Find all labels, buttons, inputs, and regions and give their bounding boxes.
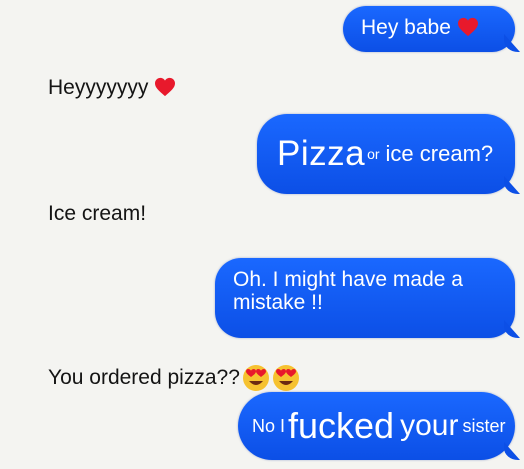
heart-eyes-emoji-icon	[242, 365, 269, 391]
sent-message-bubble[interactable]: Pizza or ice cream?	[257, 114, 515, 194]
message-text-line: Oh. I might have made a	[233, 268, 463, 291]
message-text-large: Pizza	[277, 134, 366, 173]
message-text: Hey babe	[361, 16, 451, 39]
received-message-bubble[interactable]: Heyyyyyyy	[48, 76, 248, 110]
message-text-line: mistake !!	[233, 291, 323, 314]
message-text: You ordered pizza??	[48, 366, 240, 389]
message-text-small: or	[367, 146, 380, 162]
message-text-small: No I	[252, 415, 286, 436]
message-thread: Hey babe Heyyyyyyy Pizza or ice cream? I…	[0, 0, 524, 469]
message-text-large: fucked	[288, 405, 395, 446]
message-text-small: sister	[462, 415, 506, 436]
sent-message-bubble[interactable]: No I fucked your sister	[238, 392, 515, 460]
heart-eyes-emoji-icon	[272, 365, 299, 391]
message-text-large: your	[400, 409, 459, 442]
sent-message-bubble[interactable]: Hey babe	[343, 6, 515, 52]
message-text: Heyyyyyyy	[48, 76, 149, 99]
received-message-bubble[interactable]: Ice cream!	[48, 202, 248, 236]
red-heart-icon	[155, 77, 176, 97]
message-text: ice cream?	[385, 141, 494, 166]
red-heart-icon	[457, 17, 478, 37]
sent-message-bubble[interactable]: Oh. I might have made a mistake !!	[215, 258, 515, 338]
message-text: Ice cream!	[48, 202, 147, 225]
